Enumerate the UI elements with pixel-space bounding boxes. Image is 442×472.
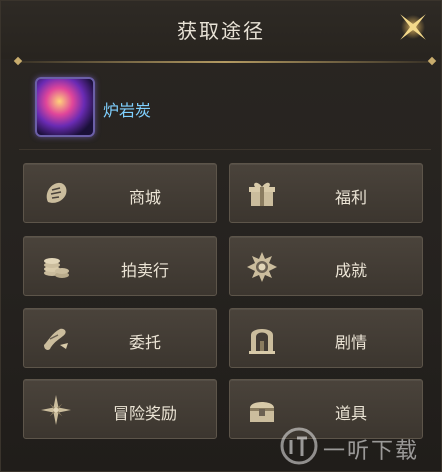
acquisition-dialog: 获取途径 炉岩炭 商城 福利 拍卖行 成就 委托 剧情 冒险奖励 道具 一听下载 (0, 0, 442, 472)
source-button-commission[interactable]: 委托 (23, 308, 217, 368)
treasure-chest-icon (250, 402, 274, 422)
source-button-adventure-reward[interactable]: 冒险奖励 (23, 379, 217, 439)
source-label: 委托 (128, 333, 161, 352)
compass-star-icon (41, 395, 71, 425)
source-label: 福利 (334, 188, 367, 207)
gift-icon (249, 182, 275, 206)
source-button-auction[interactable]: 拍卖行 (23, 236, 217, 296)
section-divider (19, 149, 431, 150)
source-button-welfare[interactable]: 福利 (229, 163, 423, 223)
source-label: 剧情 (334, 333, 367, 352)
source-label: 冒险奖励 (112, 404, 177, 423)
close-button[interactable] (391, 5, 435, 49)
item-name: 炉岩炭 (103, 101, 152, 120)
shop-icon (46, 182, 67, 203)
close-icon (400, 14, 426, 40)
dialog-title: 获取途径 (177, 19, 265, 43)
watermark-text: 一听下载 (323, 439, 420, 464)
source-label: 商城 (128, 188, 161, 207)
source-button-achievement[interactable]: 成就 (229, 236, 423, 296)
gate-icon (249, 329, 275, 354)
medal-icon (247, 252, 277, 282)
source-label: 道具 (334, 404, 367, 423)
item-icon[interactable] (35, 77, 95, 137)
coins-icon (44, 258, 69, 278)
source-button-shop[interactable]: 商城 (23, 163, 217, 223)
scroll-icon (44, 328, 68, 350)
watermark: 一听下载 (279, 425, 437, 467)
title-divider (19, 61, 431, 63)
source-label: 成就 (334, 261, 367, 280)
source-button-story[interactable]: 剧情 (229, 308, 423, 368)
watermark-logo-icon (280, 427, 318, 465)
source-label: 拍卖行 (120, 261, 169, 280)
title-bar: 获取途径 (1, 1, 441, 59)
